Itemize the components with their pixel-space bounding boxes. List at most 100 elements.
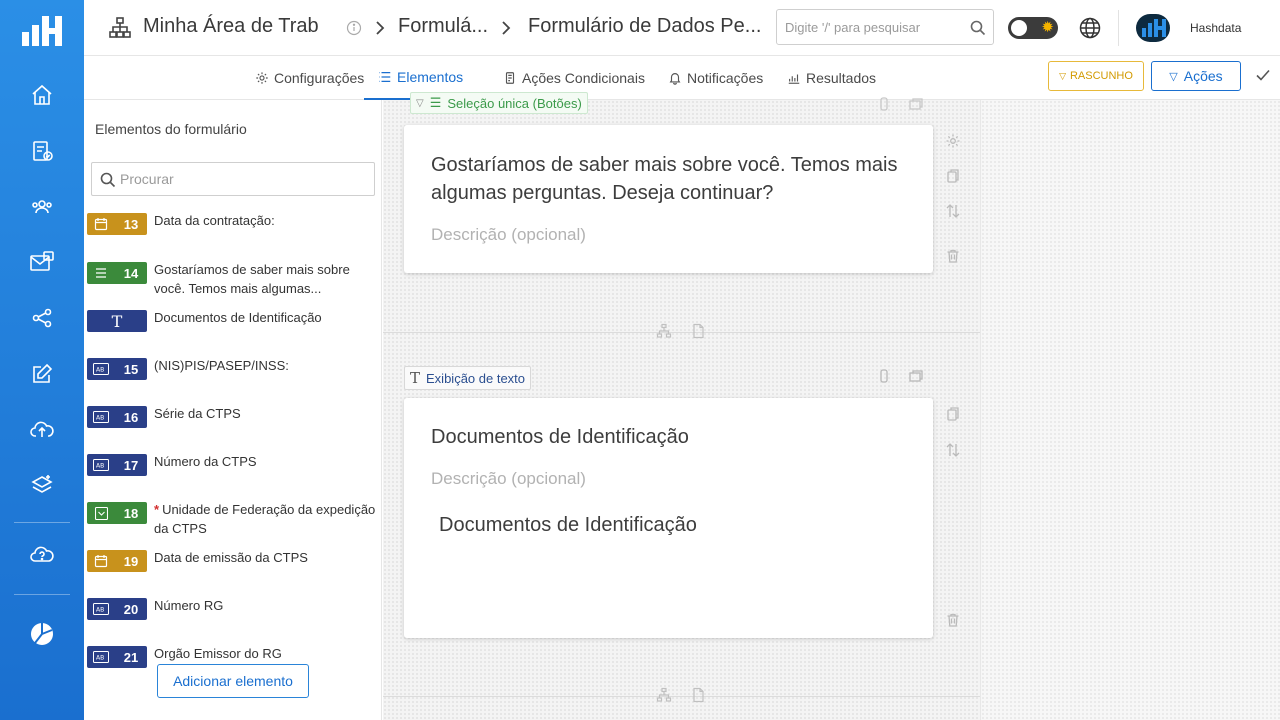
list-item[interactable]: AB 20 Número RG bbox=[87, 598, 377, 642]
theme-toggle[interactable]: ✹ bbox=[1008, 17, 1058, 39]
sitemap-icon[interactable] bbox=[656, 687, 672, 703]
svg-text:AB: AB bbox=[96, 415, 104, 422]
element-badge: AB 15 bbox=[87, 358, 147, 380]
clipboard-icon bbox=[505, 72, 515, 84]
share-icon[interactable] bbox=[29, 305, 55, 331]
tab-label: Elementos bbox=[397, 69, 464, 85]
element-number: 21 bbox=[123, 649, 139, 665]
clip-icon[interactable] bbox=[876, 368, 892, 384]
list-item[interactable]: T Documentos de Identificação bbox=[87, 310, 377, 354]
list-item[interactable]: 18 * Unidade de Federação da expedição da… bbox=[87, 502, 377, 546]
chevron-down-icon: ▽ bbox=[1169, 70, 1178, 83]
description-placeholder[interactable]: Descrição (opcional) bbox=[431, 469, 586, 489]
text-display-card[interactable]: Documentos de Identificação Descrição (o… bbox=[404, 398, 933, 638]
element-badge: AB 16 bbox=[87, 406, 147, 428]
list-item[interactable]: AB 15 (NIS)PIS/PASEP/INSS: bbox=[87, 358, 377, 402]
global-search[interactable] bbox=[776, 9, 994, 45]
element-badge: 14 bbox=[87, 262, 147, 284]
draft-status-button[interactable]: ▽ RASCUNHO bbox=[1048, 61, 1144, 91]
layers-icon[interactable] bbox=[29, 472, 55, 498]
tab-configuracoes[interactable]: Configurações bbox=[255, 56, 364, 100]
list-icon bbox=[87, 262, 115, 284]
toggle-knob bbox=[1011, 20, 1027, 36]
global-search-input[interactable] bbox=[777, 10, 957, 44]
list-item[interactable]: 19 Data de emissão da CTPS bbox=[87, 550, 377, 594]
element-label: (NIS)PIS/PASEP/INSS: bbox=[154, 358, 289, 373]
user-name[interactable]: Hashdata bbox=[1190, 21, 1241, 35]
copy-icon[interactable] bbox=[908, 96, 924, 112]
tab-label: Notificações bbox=[687, 70, 764, 86]
cloud-help-icon[interactable] bbox=[29, 541, 55, 567]
check-icon[interactable] bbox=[1254, 66, 1272, 84]
sidebar-divider bbox=[14, 594, 70, 595]
duplicate-icon[interactable] bbox=[945, 168, 961, 184]
element-label: Gostaríamos de saber mais sobre você. Te… bbox=[154, 262, 350, 296]
element-label-text: Unidade de Federação da expedição da CTP… bbox=[154, 502, 376, 536]
panel-title: Elementos do formulário bbox=[95, 121, 247, 137]
question-card[interactable]: Gostaríamos de saber mais sobre você. Te… bbox=[404, 125, 933, 273]
elements-search[interactable] bbox=[91, 162, 375, 196]
element-label: Número da CTPS bbox=[154, 454, 257, 469]
section-divider bbox=[383, 696, 980, 697]
breadcrumb-workspace[interactable]: Minha Área de Trab bbox=[143, 15, 319, 38]
element-label: Data da contratação: bbox=[154, 213, 275, 228]
sun-icon: ✹ bbox=[1041, 19, 1054, 36]
sitemap-icon[interactable] bbox=[656, 323, 672, 339]
element-badge: 19 bbox=[87, 550, 147, 572]
reorder-icon[interactable] bbox=[945, 442, 961, 458]
avatar[interactable] bbox=[1136, 14, 1170, 42]
pie-chart-icon[interactable] bbox=[29, 621, 55, 647]
element-number: 18 bbox=[123, 505, 139, 521]
globe-icon[interactable] bbox=[1078, 16, 1102, 40]
elements-search-input[interactable] bbox=[120, 163, 360, 195]
list-item[interactable]: AB 16 Série da CTPS bbox=[87, 406, 377, 450]
hashdata-logo[interactable] bbox=[20, 14, 64, 48]
element-label: Número RG bbox=[154, 598, 224, 613]
trash-icon[interactable] bbox=[945, 248, 961, 264]
question-text[interactable]: Gostaríamos de saber mais sobre você. Te… bbox=[431, 151, 926, 207]
reorder-icon[interactable] bbox=[945, 203, 961, 219]
text-field-icon: AB bbox=[87, 598, 115, 620]
search-icon bbox=[100, 172, 116, 188]
cloud-upload-icon[interactable] bbox=[29, 416, 55, 442]
edit-icon[interactable] bbox=[29, 361, 55, 387]
draft-label: RASCUNHO bbox=[1069, 70, 1133, 82]
text-display-title[interactable]: Documentos de Identificação bbox=[431, 423, 689, 451]
tab-notificacoes[interactable]: Notificações bbox=[668, 56, 763, 100]
element-label: Documentos de Identificação bbox=[154, 310, 322, 325]
actions-button[interactable]: ▽ Ações bbox=[1151, 61, 1241, 91]
text-display-body[interactable]: Documentos de Identificação bbox=[439, 511, 697, 539]
document-icon[interactable] bbox=[690, 687, 706, 703]
trash-icon[interactable] bbox=[945, 612, 961, 628]
description-placeholder[interactable]: Descrição (opcional) bbox=[431, 225, 586, 245]
element-badge: 13 bbox=[87, 213, 147, 235]
text-type-icon: T bbox=[410, 369, 421, 387]
tab-label: Configurações bbox=[274, 70, 365, 86]
list-item[interactable]: 14 Gostaríamos de saber mais sobre você.… bbox=[87, 262, 377, 306]
users-icon[interactable] bbox=[29, 194, 55, 220]
duplicate-icon[interactable] bbox=[945, 406, 961, 422]
list-item[interactable]: 13 Data da contratação: bbox=[87, 213, 377, 257]
element-badge: AB 21 bbox=[87, 646, 147, 668]
forms-icon[interactable] bbox=[29, 138, 55, 164]
info-icon[interactable] bbox=[346, 20, 362, 36]
home-icon[interactable] bbox=[29, 82, 55, 108]
required-marker: * bbox=[154, 502, 160, 517]
copy-icon[interactable] bbox=[908, 368, 924, 384]
element-type-tag: T Exibição de texto bbox=[404, 366, 532, 390]
element-badge: 18 bbox=[87, 502, 147, 524]
list-item[interactable]: AB 17 Número da CTPS bbox=[87, 454, 377, 498]
svg-text:AB: AB bbox=[96, 463, 104, 470]
tab-resultados[interactable]: Resultados bbox=[787, 56, 876, 100]
clip-icon[interactable] bbox=[876, 96, 892, 112]
text-field-icon: AB bbox=[87, 358, 115, 380]
search-icon[interactable] bbox=[969, 19, 987, 37]
element-type-tag: ▽ ☰ Seleção única (Botões) bbox=[410, 92, 588, 114]
mail-icon[interactable] bbox=[29, 249, 55, 275]
document-icon[interactable] bbox=[690, 323, 706, 339]
element-number: 20 bbox=[123, 601, 139, 617]
chevron-right-icon bbox=[502, 21, 511, 35]
gear-icon[interactable] bbox=[945, 133, 961, 149]
breadcrumb-forms[interactable]: Formulá... bbox=[398, 15, 488, 38]
add-element-button[interactable]: Adicionar elemento bbox=[157, 664, 309, 698]
